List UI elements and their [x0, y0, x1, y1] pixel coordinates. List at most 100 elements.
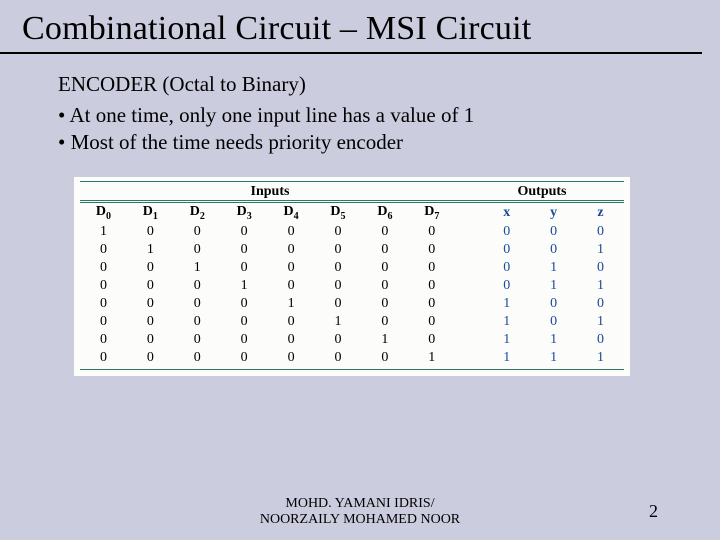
cell-input: 0 — [268, 259, 315, 277]
cell-output: 0 — [577, 223, 624, 241]
cell-input: 0 — [221, 223, 268, 241]
table-group-header: Inputs Outputs — [80, 184, 624, 200]
cell-input: 0 — [408, 295, 455, 313]
cell-input: 0 — [174, 331, 221, 349]
cell-input: 1 — [174, 259, 221, 277]
cell-input: 0 — [174, 241, 221, 259]
encoder-truth-table: D0D1D2D3D4D5D6D7xyz 10000000000010000000… — [80, 203, 624, 367]
cell-input: 0 — [408, 277, 455, 295]
cell-input: 0 — [315, 277, 362, 295]
table-row: 00100000010 — [80, 259, 624, 277]
table-column-header-row: D0D1D2D3D4D5D6D7xyz — [80, 203, 624, 223]
cell-output: 0 — [483, 259, 530, 277]
cell-input: 0 — [408, 223, 455, 241]
table-row: 01000000001 — [80, 241, 624, 259]
inputs-group-label: Inputs — [80, 184, 460, 200]
cell-output: 0 — [577, 331, 624, 349]
cell-input: 0 — [361, 259, 408, 277]
cell-input: 0 — [315, 223, 362, 241]
cell-input: 0 — [221, 349, 268, 367]
col-header-input: D5 — [315, 203, 362, 223]
col-header-input: D0 — [80, 203, 127, 223]
cell-output: 1 — [530, 331, 577, 349]
cell-input: 0 — [221, 241, 268, 259]
cell-input: 0 — [80, 313, 127, 331]
cell-input: 1 — [221, 277, 268, 295]
cell-output: 1 — [530, 259, 577, 277]
cell-input: 1 — [408, 349, 455, 367]
cell-input: 0 — [408, 331, 455, 349]
cell-input: 0 — [315, 295, 362, 313]
table-row: 00001000100 — [80, 295, 624, 313]
cell-input: 0 — [174, 295, 221, 313]
table-row: 10000000000 — [80, 223, 624, 241]
outputs-group-label: Outputs — [460, 184, 624, 200]
section-headline: ENCODER (Octal to Binary) — [58, 72, 720, 97]
cell-input: 0 — [221, 331, 268, 349]
cell-input: 0 — [361, 277, 408, 295]
table-row: 00010000011 — [80, 277, 624, 295]
cell-output: 1 — [483, 331, 530, 349]
cell-input: 0 — [127, 259, 174, 277]
cell-output: 1 — [577, 277, 624, 295]
cell-input: 0 — [268, 241, 315, 259]
truth-table: Inputs Outputs D0D1D2D3D4D5D6D7xyz 10000… — [74, 177, 630, 376]
cell-output: 0 — [530, 295, 577, 313]
cell-input: 1 — [80, 223, 127, 241]
col-header-input: D6 — [361, 203, 408, 223]
cell-input: 0 — [361, 295, 408, 313]
cell-output: 1 — [483, 313, 530, 331]
page-number: 2 — [649, 501, 658, 522]
cell-input: 0 — [80, 241, 127, 259]
cell-input: 0 — [315, 331, 362, 349]
cell-input: 0 — [80, 331, 127, 349]
cell-output: 0 — [530, 223, 577, 241]
col-header-output: x — [483, 203, 530, 223]
table-body: 1000000000001000000001001000000100001000… — [80, 223, 624, 367]
cell-input: 0 — [174, 223, 221, 241]
col-header-input: D4 — [268, 203, 315, 223]
cell-output: 1 — [483, 295, 530, 313]
cell-input: 0 — [174, 349, 221, 367]
table-rule — [80, 200, 624, 201]
cell-output: 1 — [530, 277, 577, 295]
col-header-input: D7 — [408, 203, 455, 223]
cell-output: 0 — [483, 277, 530, 295]
cell-input: 0 — [268, 223, 315, 241]
bullet-item: Most of the time needs priority encoder — [58, 130, 720, 155]
cell-output: 1 — [577, 241, 624, 259]
cell-input: 0 — [361, 349, 408, 367]
page-title: Combinational Circuit – MSI Circuit — [0, 0, 702, 54]
content-block: ENCODER (Octal to Binary) At one time, o… — [0, 54, 720, 155]
cell-input: 0 — [408, 313, 455, 331]
cell-input: 0 — [268, 313, 315, 331]
cell-input: 0 — [361, 241, 408, 259]
cell-input: 1 — [361, 331, 408, 349]
cell-input: 0 — [221, 295, 268, 313]
table-row: 00000010110 — [80, 331, 624, 349]
cell-input: 0 — [268, 331, 315, 349]
cell-output: 1 — [577, 349, 624, 367]
cell-input: 0 — [127, 349, 174, 367]
col-header-input: D3 — [221, 203, 268, 223]
cell-input: 0 — [127, 277, 174, 295]
cell-input: 0 — [127, 295, 174, 313]
cell-input: 0 — [408, 259, 455, 277]
cell-output: 0 — [483, 223, 530, 241]
cell-input: 0 — [221, 313, 268, 331]
cell-output: 1 — [530, 349, 577, 367]
cell-output: 1 — [577, 313, 624, 331]
cell-input: 1 — [268, 295, 315, 313]
cell-input: 0 — [127, 331, 174, 349]
cell-input: 0 — [127, 313, 174, 331]
cell-input: 1 — [127, 241, 174, 259]
bullet-list: At one time, only one input line has a v… — [58, 103, 720, 155]
col-header-input: D1 — [127, 203, 174, 223]
cell-output: 0 — [530, 313, 577, 331]
cell-input: 0 — [268, 277, 315, 295]
cell-input: 0 — [361, 313, 408, 331]
cell-input: 0 — [80, 259, 127, 277]
table-row: 00000100101 — [80, 313, 624, 331]
footer-line: NOORZAILY MOHAMED NOOR — [260, 512, 460, 527]
col-header-output: z — [577, 203, 624, 223]
